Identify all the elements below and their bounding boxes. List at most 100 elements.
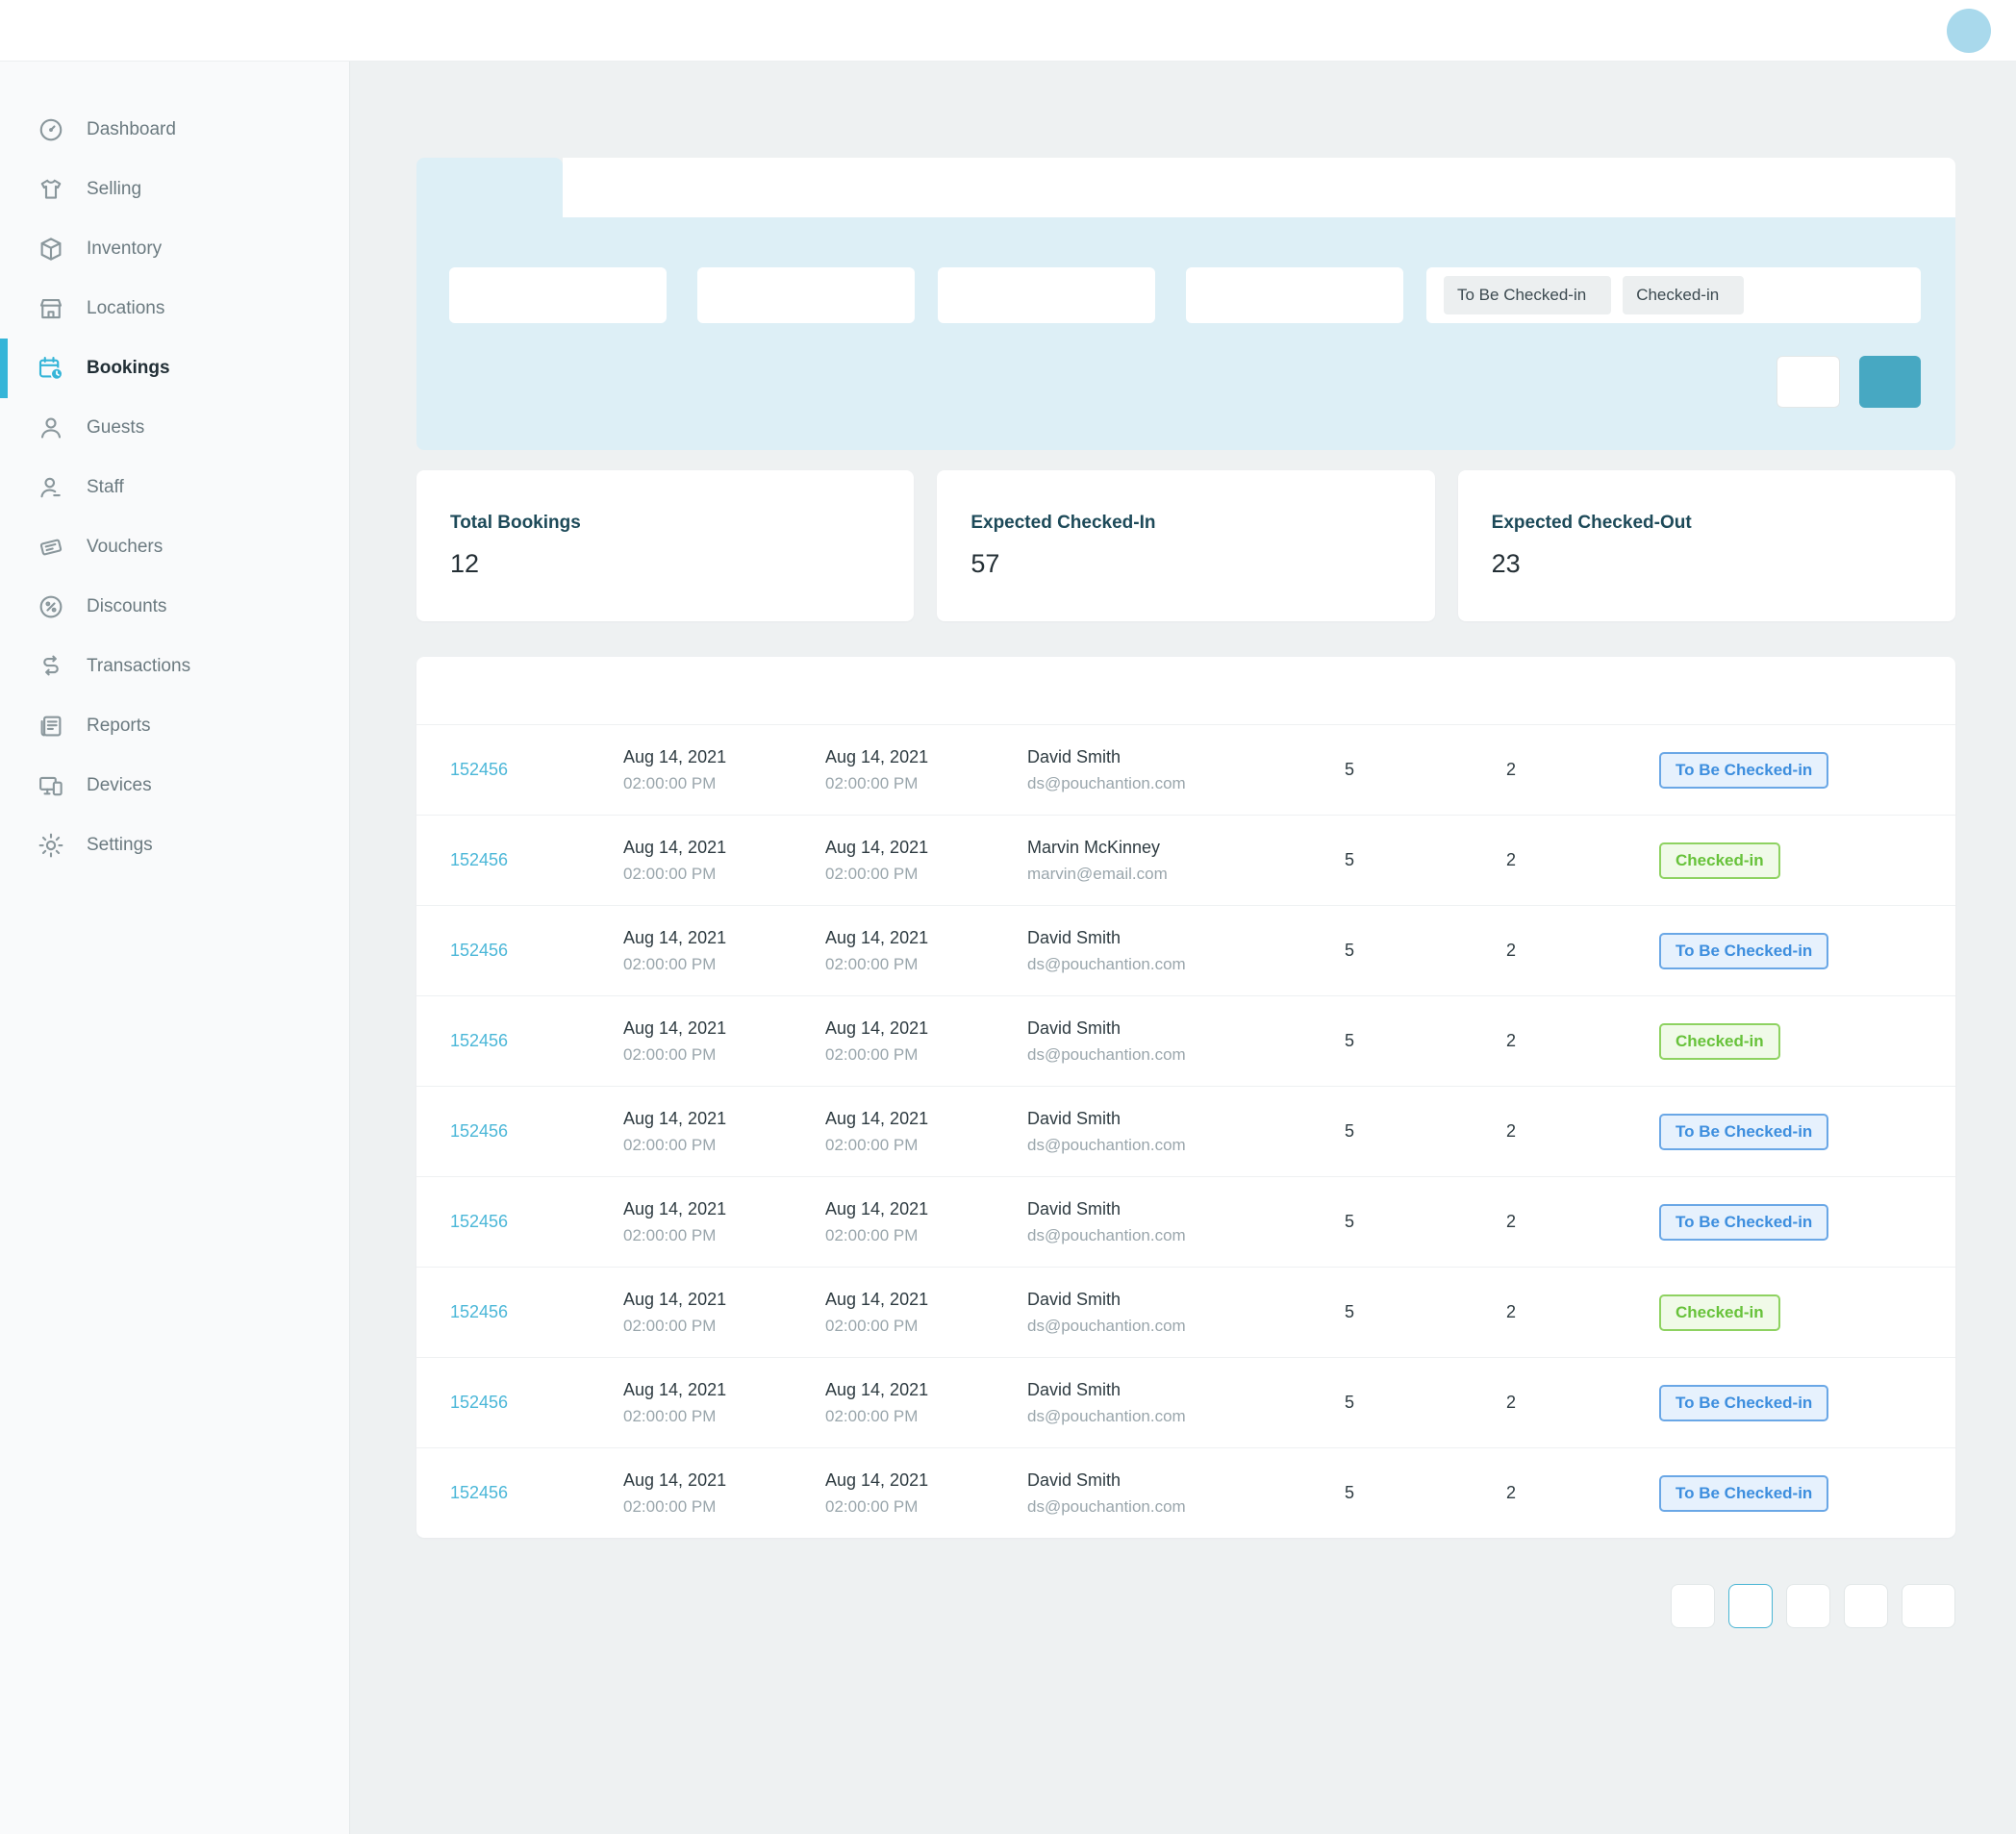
booked-by-email: ds@pouchantion.com: [1027, 1136, 1337, 1155]
clear-filters-button[interactable]: [1777, 356, 1840, 408]
sidebar-item-settings[interactable]: Settings: [0, 816, 349, 875]
search-input[interactable]: [588, 176, 1930, 199]
departure-date: Aug 14, 2021: [825, 928, 1027, 948]
status-badge: Checked-in: [1659, 842, 1780, 879]
staff-icon: [37, 473, 65, 502]
arrival-time: 02:00:00 PM: [623, 1317, 825, 1336]
status-badge: Checked-in: [1659, 1023, 1780, 1060]
page-button-1[interactable]: [1728, 1584, 1773, 1628]
arrival-date: Aug 14, 2021: [623, 928, 825, 948]
status-select[interactable]: To Be Checked-in Checked-in: [1426, 267, 1921, 323]
arrival-date: Aug 14, 2021: [623, 838, 825, 858]
status-badge: To Be Checked-in: [1659, 1385, 1828, 1421]
stat-card: Expected Checked-In 57: [937, 470, 1434, 621]
sidebar-item-selling[interactable]: Selling: [0, 160, 349, 219]
booking-number-link[interactable]: 152456: [450, 850, 508, 869]
arrival-date: Aug 14, 2021: [623, 1290, 825, 1310]
sidebar-item-bookings[interactable]: Bookings: [0, 339, 349, 398]
table-row: 152456 Aug 14, 2021 02:00:00 PM Aug 14, …: [416, 1086, 1955, 1176]
avatar[interactable]: [1947, 9, 1991, 53]
nights-count: 5: [1337, 1483, 1499, 1503]
booking-number-link[interactable]: 152456: [450, 1031, 508, 1050]
sidebar-item-label: Vouchers: [87, 537, 163, 558]
booked-by-name: David Smith: [1027, 1470, 1337, 1491]
per-page-select[interactable]: [1902, 1584, 1955, 1628]
booking-number-link[interactable]: 152456: [450, 1121, 508, 1141]
booked-by-name: David Smith: [1027, 1380, 1337, 1400]
sidebar-item-locations[interactable]: Locations: [0, 279, 349, 339]
stat-label: Total Bookings: [450, 513, 880, 534]
departure-time: 02:00:00 PM: [825, 1226, 1027, 1245]
departure-date: Aug 14, 2021: [825, 1290, 1027, 1310]
sidebar-item-inventory[interactable]: Inventory: [0, 219, 349, 279]
time-from-input[interactable]: [938, 267, 1155, 323]
main-content: To Be Checked-in Checked-in Total Bookin…: [350, 62, 2016, 1834]
status-filter-chip[interactable]: Checked-in: [1623, 276, 1744, 314]
guests-count: 2: [1499, 850, 1659, 870]
booking-number-link[interactable]: 152456: [450, 760, 508, 779]
sidebar-item-label: Transactions: [87, 656, 190, 677]
booking-number-link[interactable]: 152456: [450, 1483, 508, 1502]
arrival-time: 02:00:00 PM: [623, 774, 825, 793]
departure-date: Aug 14, 2021: [825, 838, 1027, 858]
table-body: 152456 Aug 14, 2021 02:00:00 PM Aug 14, …: [416, 724, 1955, 1538]
sidebar-item-dashboard[interactable]: Dashboard: [0, 100, 349, 160]
sidebar-item-guests[interactable]: Guests: [0, 398, 349, 458]
arrival-date: Aug 14, 2021: [623, 1199, 825, 1219]
sidebar-item-transactions[interactable]: Transactions: [0, 637, 349, 696]
guests-count: 2: [1499, 941, 1659, 961]
top-header: [0, 0, 2016, 62]
booking-number-link[interactable]: 152456: [450, 1393, 508, 1412]
nights-count: 5: [1337, 760, 1499, 780]
sidebar-item-label: Devices: [87, 775, 152, 796]
booked-by-name: David Smith: [1027, 1018, 1337, 1039]
date-to-input[interactable]: [697, 267, 915, 323]
prev-page-button[interactable]: [1671, 1584, 1715, 1628]
guests-count: 2: [1499, 1393, 1659, 1413]
nights-count: 5: [1337, 1302, 1499, 1322]
booked-by-email: ds@pouchantion.com: [1027, 1497, 1337, 1517]
arrival-date: Aug 14, 2021: [623, 1109, 825, 1129]
booking-number-link[interactable]: 152456: [450, 1212, 508, 1231]
booking-number-link[interactable]: 152456: [450, 1302, 508, 1321]
sidebar-item-devices[interactable]: Devices: [0, 756, 349, 816]
nights-count: 5: [1337, 1031, 1499, 1051]
arrival-date: Aug 14, 2021: [623, 1470, 825, 1491]
booked-by-email: ds@pouchantion.com: [1027, 774, 1337, 793]
stats-row: Total Bookings 12 Expected Checked-In 57…: [416, 470, 1955, 621]
selling-icon: [37, 175, 65, 204]
booked-by-email: ds@pouchantion.com: [1027, 1317, 1337, 1336]
guests-icon: [37, 414, 65, 442]
booked-by-email: ds@pouchantion.com: [1027, 955, 1337, 974]
stat-value: 23: [1492, 549, 1922, 579]
arrival-time: 02:00:00 PM: [623, 865, 825, 884]
reports-icon: [37, 712, 65, 741]
booking-number-link[interactable]: 152456: [450, 941, 508, 960]
time-to-input[interactable]: [1186, 267, 1403, 323]
status-filter-chip[interactable]: To Be Checked-in: [1444, 276, 1611, 314]
arrival-time: 02:00:00 PM: [623, 1045, 825, 1065]
page-button-2[interactable]: [1786, 1584, 1830, 1628]
booked-by-name: David Smith: [1027, 1290, 1337, 1310]
sidebar-item-vouchers[interactable]: Vouchers: [0, 517, 349, 577]
inventory-icon: [37, 235, 65, 264]
sidebar-item-staff[interactable]: Staff: [0, 458, 349, 517]
status-badge: To Be Checked-in: [1659, 1114, 1828, 1150]
next-page-button[interactable]: [1844, 1584, 1888, 1628]
booked-by-email: ds@pouchantion.com: [1027, 1045, 1337, 1065]
sidebar-item-discounts[interactable]: Discounts: [0, 577, 349, 637]
filters-tab[interactable]: [416, 158, 563, 217]
dashboard-icon: [37, 115, 65, 144]
discounts-icon: [37, 592, 65, 621]
departure-date: Aug 14, 2021: [825, 1199, 1027, 1219]
departure-time: 02:00:00 PM: [825, 1497, 1027, 1517]
date-from-input[interactable]: [449, 267, 667, 323]
vouchers-icon: [37, 533, 65, 562]
sidebar-item-reports[interactable]: Reports: [0, 696, 349, 756]
guests-count: 2: [1499, 760, 1659, 780]
booked-by-name: Marvin McKinney: [1027, 838, 1337, 858]
departure-date: Aug 14, 2021: [825, 747, 1027, 767]
sidebar-item-label: Discounts: [87, 596, 166, 617]
app: Dashboard Selling Inventory Locations Bo…: [0, 0, 2016, 1834]
apply-filters-button[interactable]: [1859, 356, 1921, 408]
